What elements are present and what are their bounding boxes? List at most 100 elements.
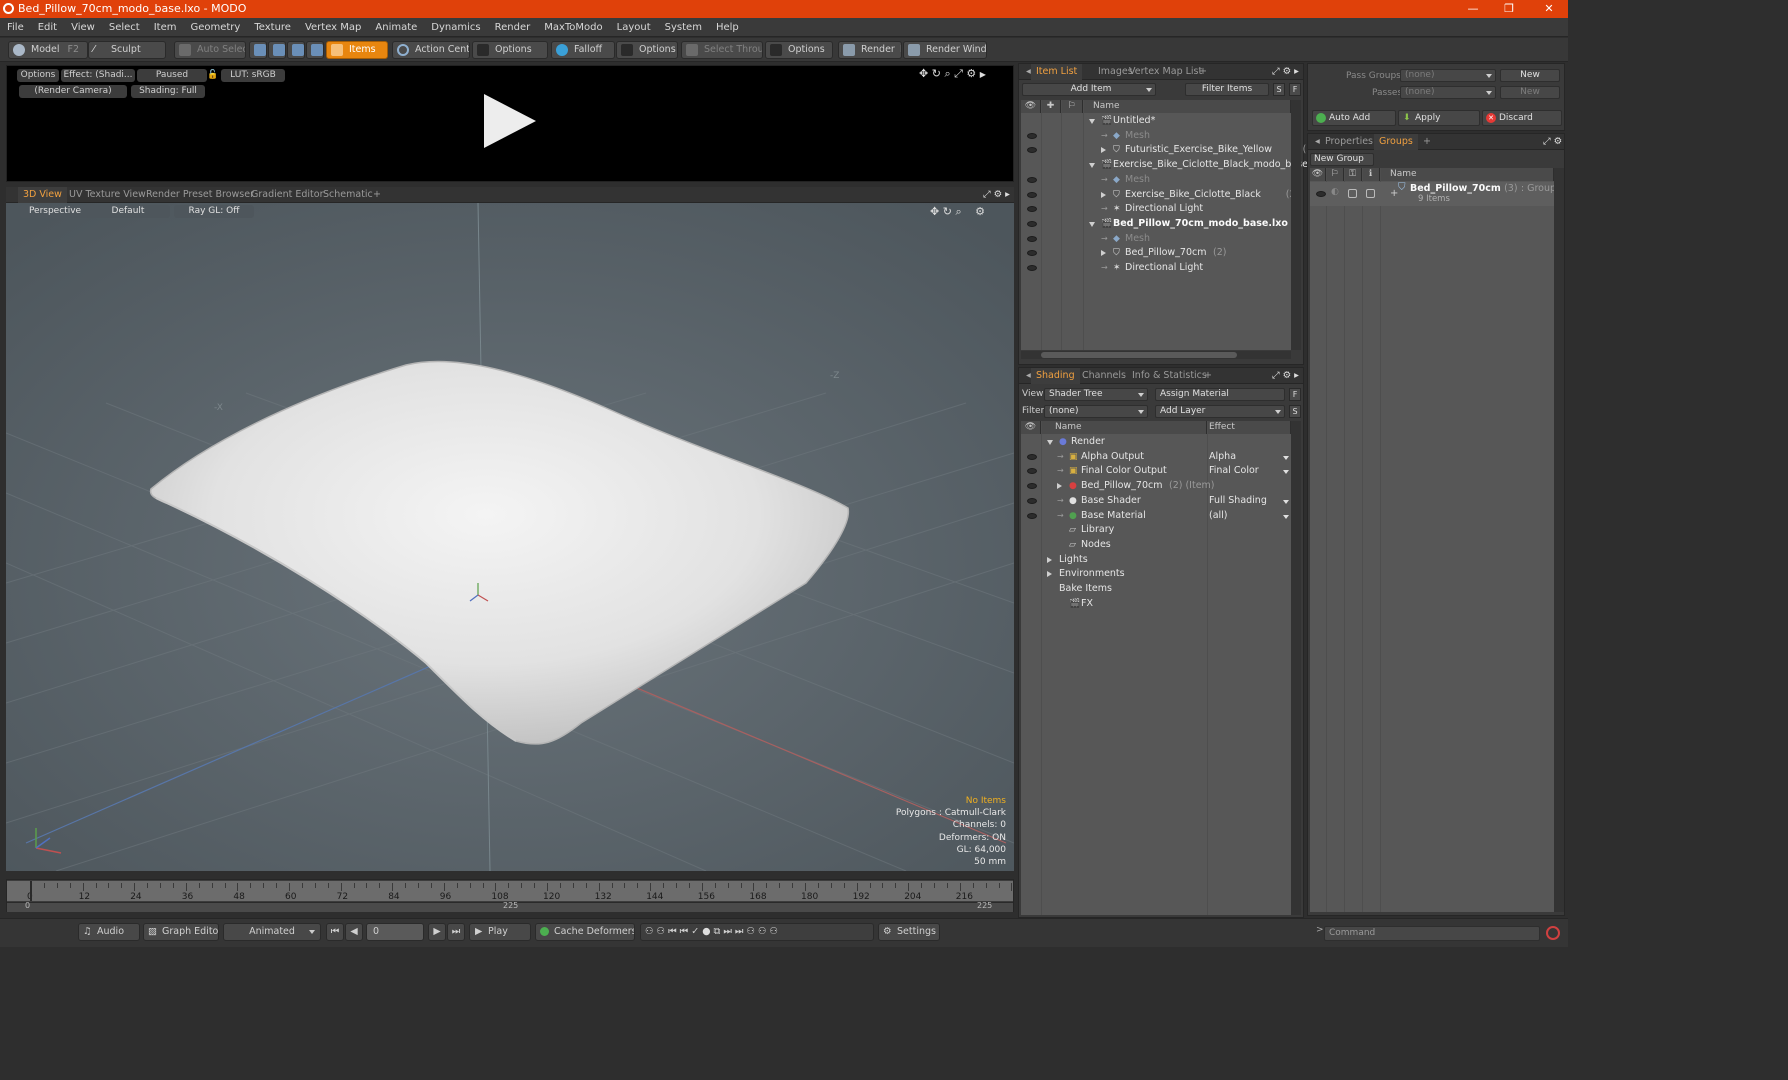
name-column-header[interactable]: Name	[1083, 100, 1291, 113]
select-checkbox[interactable]	[1366, 189, 1375, 198]
tab-uv-texture-view[interactable]: UV Texture View	[64, 187, 151, 203]
view-dropdown[interactable]: Shader Tree	[1044, 388, 1148, 401]
menu-geometry[interactable]: Geometry	[183, 18, 247, 37]
play-preview-icon[interactable]	[484, 94, 536, 148]
group-row[interactable]: ◐ + ⛉ Bed_Pillow_70cm (3) : Group 9 Item…	[1310, 182, 1556, 206]
menu-system[interactable]: System	[658, 18, 709, 37]
chevron-down-icon[interactable]	[1089, 221, 1095, 227]
lock-icon[interactable]: 🔓	[207, 69, 219, 82]
chevron-down-icon[interactable]	[1089, 163, 1095, 169]
select-through-button[interactable]: Select Through	[681, 41, 763, 59]
tab-item-list[interactable]: Item List	[1031, 64, 1083, 80]
lock-checkbox[interactable]	[1348, 189, 1357, 198]
name-column-header[interactable]: Name	[1380, 168, 1554, 181]
default-style-dropdown[interactable]: Default	[86, 205, 170, 218]
preview-options-button[interactable]: Options	[17, 69, 59, 82]
preview-effect-dropdown[interactable]: Effect: (Shadi...	[61, 69, 135, 82]
tab-channels[interactable]: Channels	[1077, 368, 1131, 384]
select-column-icon[interactable]: ℹ	[1362, 168, 1380, 181]
zoom-icon[interactable]: ⌕	[955, 205, 961, 218]
tab-add[interactable]: +	[1199, 368, 1217, 384]
lock-column-icon[interactable]: ⚿	[1344, 168, 1362, 181]
eye-icon[interactable]	[1027, 220, 1037, 227]
model-mode-button[interactable]: Model F2	[8, 41, 88, 59]
polygons-mode-button[interactable]	[287, 41, 305, 59]
tab-gradient-editor[interactable]: Gradient Editor	[246, 187, 328, 203]
filter-items-input[interactable]: Filter Items	[1185, 83, 1269, 96]
auto-select-button[interactable]: Auto Select	[174, 41, 246, 59]
item-row[interactable]: → ◆ Mesh	[1021, 232, 1291, 247]
graph-editor-button[interactable]: ▧ Graph Editor	[143, 923, 219, 941]
maximize-button[interactable]: ❐	[1492, 0, 1526, 18]
sculpt-mode-button[interactable]: ⁄ Sculpt	[88, 41, 166, 59]
menu-select[interactable]: Select	[102, 18, 147, 37]
preview-shading-dropdown[interactable]: Shading: Full	[131, 85, 205, 98]
shader-row[interactable]: ● Bed_Pillow_70cm (2) (Item)	[1021, 479, 1291, 494]
panel-options-icon[interactable]: ⤢ ⚙	[1538, 134, 1567, 150]
select-options-button[interactable]: Options	[765, 41, 833, 59]
minimize-button[interactable]: —	[1456, 0, 1490, 18]
expand-icon[interactable]: ⤢ ⚙ ▸	[978, 187, 1015, 203]
shader-row[interactable]: Lights	[1021, 553, 1291, 568]
go-to-start-button[interactable]: ⏮	[326, 923, 344, 941]
pan-icon[interactable]: ✥	[930, 205, 939, 218]
timeline[interactable]: 0122436486072849610812013214415616818019…	[6, 879, 1014, 912]
menu-layout[interactable]: Layout	[610, 18, 658, 37]
eye-icon[interactable]	[1027, 497, 1037, 504]
eye-icon[interactable]	[1027, 468, 1037, 475]
settings-button[interactable]: ⚙ Settings	[878, 923, 940, 941]
new-group-button[interactable]: New Group	[1310, 153, 1374, 166]
viewport-scene[interactable]	[6, 203, 1014, 871]
chevron-down-icon[interactable]	[1283, 470, 1289, 475]
item-row[interactable]: 🎬 Untitled*	[1021, 114, 1291, 129]
effect-value[interactable]: Full Shading	[1209, 494, 1267, 509]
tab-add[interactable]: +	[368, 187, 386, 203]
effect-column-header[interactable]: Effect	[1207, 421, 1291, 434]
apply-button[interactable]: ⬇ Apply	[1398, 110, 1480, 126]
item-row[interactable]: ⛉ Bed_Pillow_70cm (2)	[1021, 246, 1291, 261]
tab-add[interactable]: +	[1194, 64, 1212, 80]
preview-camera-dropdown[interactable]: (Render Camera)	[19, 85, 127, 98]
render-button[interactable]: RenderF9	[838, 41, 902, 59]
chevron-down-icon[interactable]	[1089, 119, 1095, 124]
item-row[interactable]: → ◆ Mesh	[1021, 173, 1291, 188]
eye-icon[interactable]	[1027, 206, 1037, 213]
tab-add[interactable]: +	[1418, 134, 1436, 150]
perspective-dropdown[interactable]: Perspective	[20, 205, 90, 218]
new-pass-group-button[interactable]: New	[1500, 69, 1560, 82]
eye-icon[interactable]	[1027, 512, 1037, 519]
chevron-right-icon[interactable]	[1101, 147, 1106, 154]
discard-button[interactable]: ✕ Discard	[1482, 110, 1562, 126]
cache-deformers-button[interactable]: Cache Deformers	[535, 923, 635, 941]
filter-dropdown[interactable]: (none)	[1044, 405, 1148, 418]
render-column-icon[interactable]: ⚐	[1061, 100, 1083, 113]
tab-3d-view[interactable]: 3D View	[18, 187, 67, 203]
menu-help[interactable]: Help	[709, 18, 746, 37]
chevron-right-icon[interactable]	[1101, 191, 1106, 198]
add-layer-dropdown[interactable]: Add Layer	[1155, 405, 1285, 418]
item-list-hscrollbar[interactable]	[1021, 351, 1291, 359]
filter-s-button[interactable]: S	[1273, 83, 1285, 96]
eye-icon[interactable]	[1027, 191, 1037, 198]
chevron-down-icon[interactable]	[1283, 455, 1289, 460]
auto-add-button[interactable]: Auto Add	[1312, 110, 1396, 126]
edges-mode-button[interactable]	[268, 41, 286, 59]
chevron-down-icon[interactable]	[1283, 514, 1289, 519]
shading-f-button[interactable]: F	[1289, 388, 1301, 401]
item-tree[interactable]: 👁 ✚ ⚐ Name 🎬 Untitled* → ◆ Mesh ⛉ Futuristic_E…	[1021, 100, 1320, 350]
render-window-button[interactable]: Render Window	[903, 41, 987, 59]
command-input[interactable]: Command	[1324, 926, 1540, 941]
visibility-column-icon[interactable]: 👁	[1310, 168, 1326, 181]
maximize-view-icon[interactable]: ⤢	[954, 67, 963, 80]
action-center-button[interactable]: Action Center	[392, 41, 470, 59]
render-toggle-icon[interactable]: ◐	[1331, 187, 1339, 197]
menu-edit[interactable]: Edit	[31, 18, 64, 37]
rotate-icon[interactable]: ↻	[932, 67, 941, 80]
gear-icon[interactable]: ⚙	[975, 205, 985, 218]
eye-icon[interactable]	[1027, 235, 1037, 242]
item-row[interactable]: → ◆ Mesh	[1021, 129, 1291, 144]
tab-groups[interactable]: Groups	[1374, 134, 1418, 150]
chevron-right-icon[interactable]: ▶	[980, 70, 986, 79]
shader-row[interactable]: Bake Items	[1021, 582, 1291, 597]
chevron-right-icon[interactable]	[1047, 571, 1052, 578]
